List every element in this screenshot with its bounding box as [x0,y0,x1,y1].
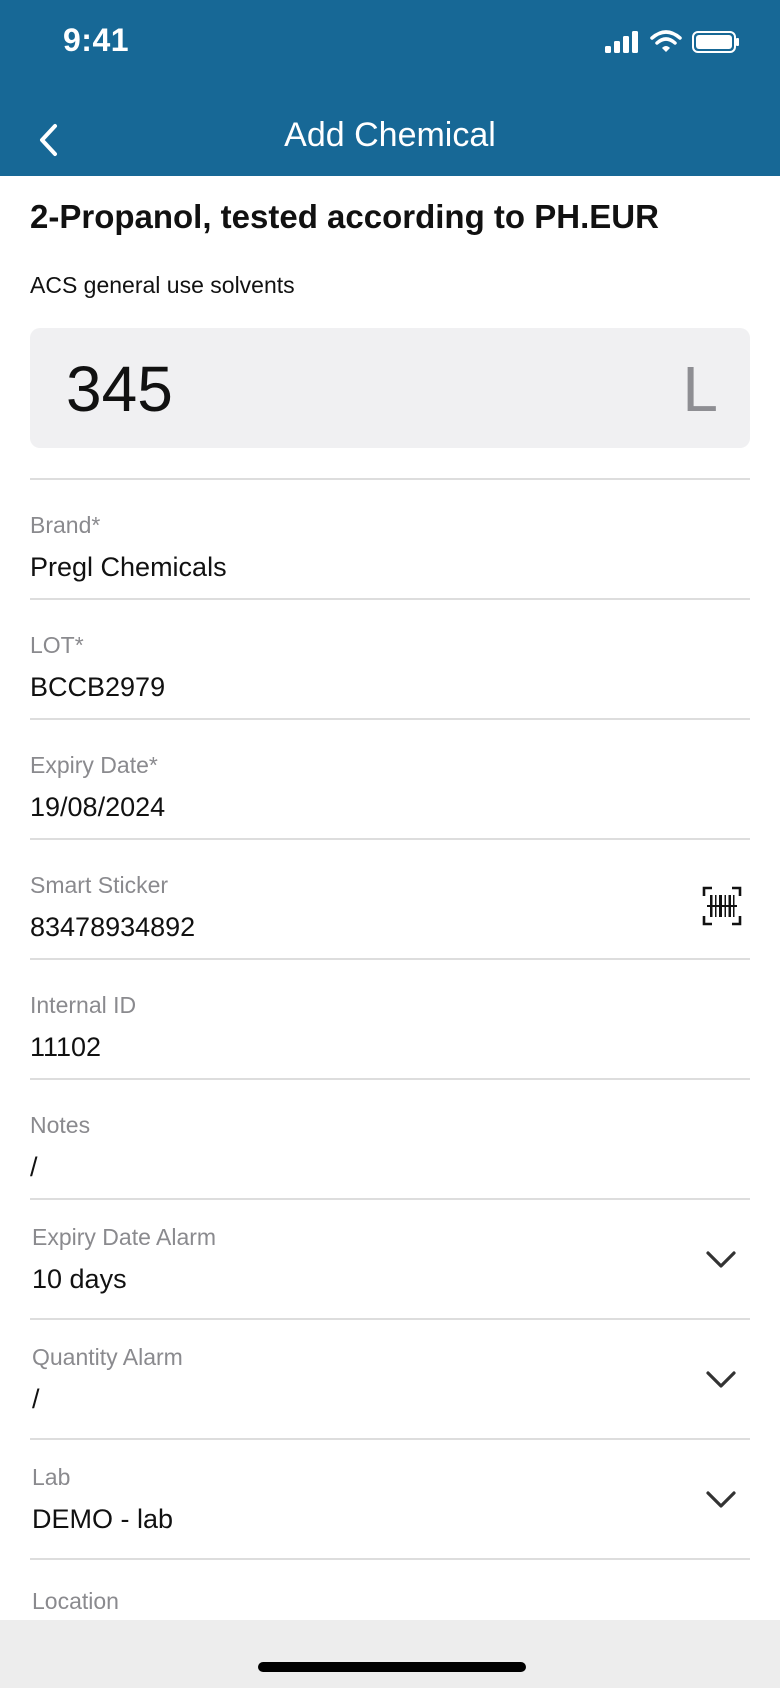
lot-field[interactable]: LOT* BCCB2979 [30,600,750,720]
status-time: 9:41 [63,22,130,58]
brand-field[interactable]: Brand* Pregl Chemicals [30,480,750,600]
internal-id-value: 11102 [30,1032,102,1062]
quantity-value: 345 [66,353,173,425]
internal-id-label: Internal ID [30,992,137,1018]
expiry-date-label: Expiry Date* [30,752,158,778]
location-select[interactable]: Location [30,1560,750,1620]
brand-label: Brand* [30,512,101,538]
lab-select[interactable]: Lab DEMO - lab [30,1440,750,1560]
notes-value: / [30,1152,38,1182]
chemical-name: 2-Propanol, tested according to PH.EUR [30,198,659,235]
quantity-alarm-label: Quantity Alarm [32,1344,183,1370]
quantity-alarm-select[interactable]: Quantity Alarm / [30,1320,750,1440]
notes-label: Notes [30,1112,91,1138]
home-indicator-area [0,1620,780,1688]
notes-field[interactable]: Notes / [30,1080,750,1200]
form-content[interactable]: 2-Propanol, tested according to PH.EUR A… [0,176,780,1620]
lot-value: BCCB2979 [30,672,166,702]
location-label: Location [32,1588,119,1614]
internal-id-field[interactable]: Internal ID 11102 [30,960,750,1080]
home-indicator[interactable] [258,1662,526,1672]
smart-sticker-label: Smart Sticker [30,872,169,898]
app-screen: 9:41 Add Chemical 2-Propanol, tested acc… [0,0,780,1688]
status-icons [604,30,740,54]
smart-sticker-value: 83478934892 [30,912,196,942]
lab-value: DEMO - lab [32,1504,174,1534]
chevron-down-icon[interactable] [704,1482,738,1516]
app-header: 9:41 Add Chemical [0,0,780,176]
quantity-input[interactable]: 345 L [30,328,750,448]
expiry-date-alarm-value: 10 days [32,1264,127,1294]
quantity-alarm-value: / [32,1384,40,1414]
chevron-down-icon[interactable] [704,1362,738,1396]
expiry-date-value: 19/08/2024 [30,792,166,822]
wifi-icon [650,30,682,52]
brand-value: Pregl Chemicals [30,552,227,582]
barcode-scan-icon[interactable] [702,886,742,926]
expiry-date-alarm-label: Expiry Date Alarm [32,1224,217,1250]
cellular-signal-icon [605,31,638,53]
battery-icon [692,31,739,53]
quantity-unit: L [682,353,718,425]
lot-label: LOT* [30,632,84,658]
smart-sticker-field[interactable]: Smart Sticker 83478934892 [30,840,750,960]
lab-label: Lab [32,1464,71,1490]
chevron-down-icon[interactable] [704,1242,738,1276]
page-title: Add Chemical [284,116,496,154]
chemical-category: ACS general use solvents [30,272,295,298]
expiry-date-field[interactable]: Expiry Date* 19/08/2024 [30,720,750,840]
expiry-date-alarm-select[interactable]: Expiry Date Alarm 10 days [30,1200,750,1320]
